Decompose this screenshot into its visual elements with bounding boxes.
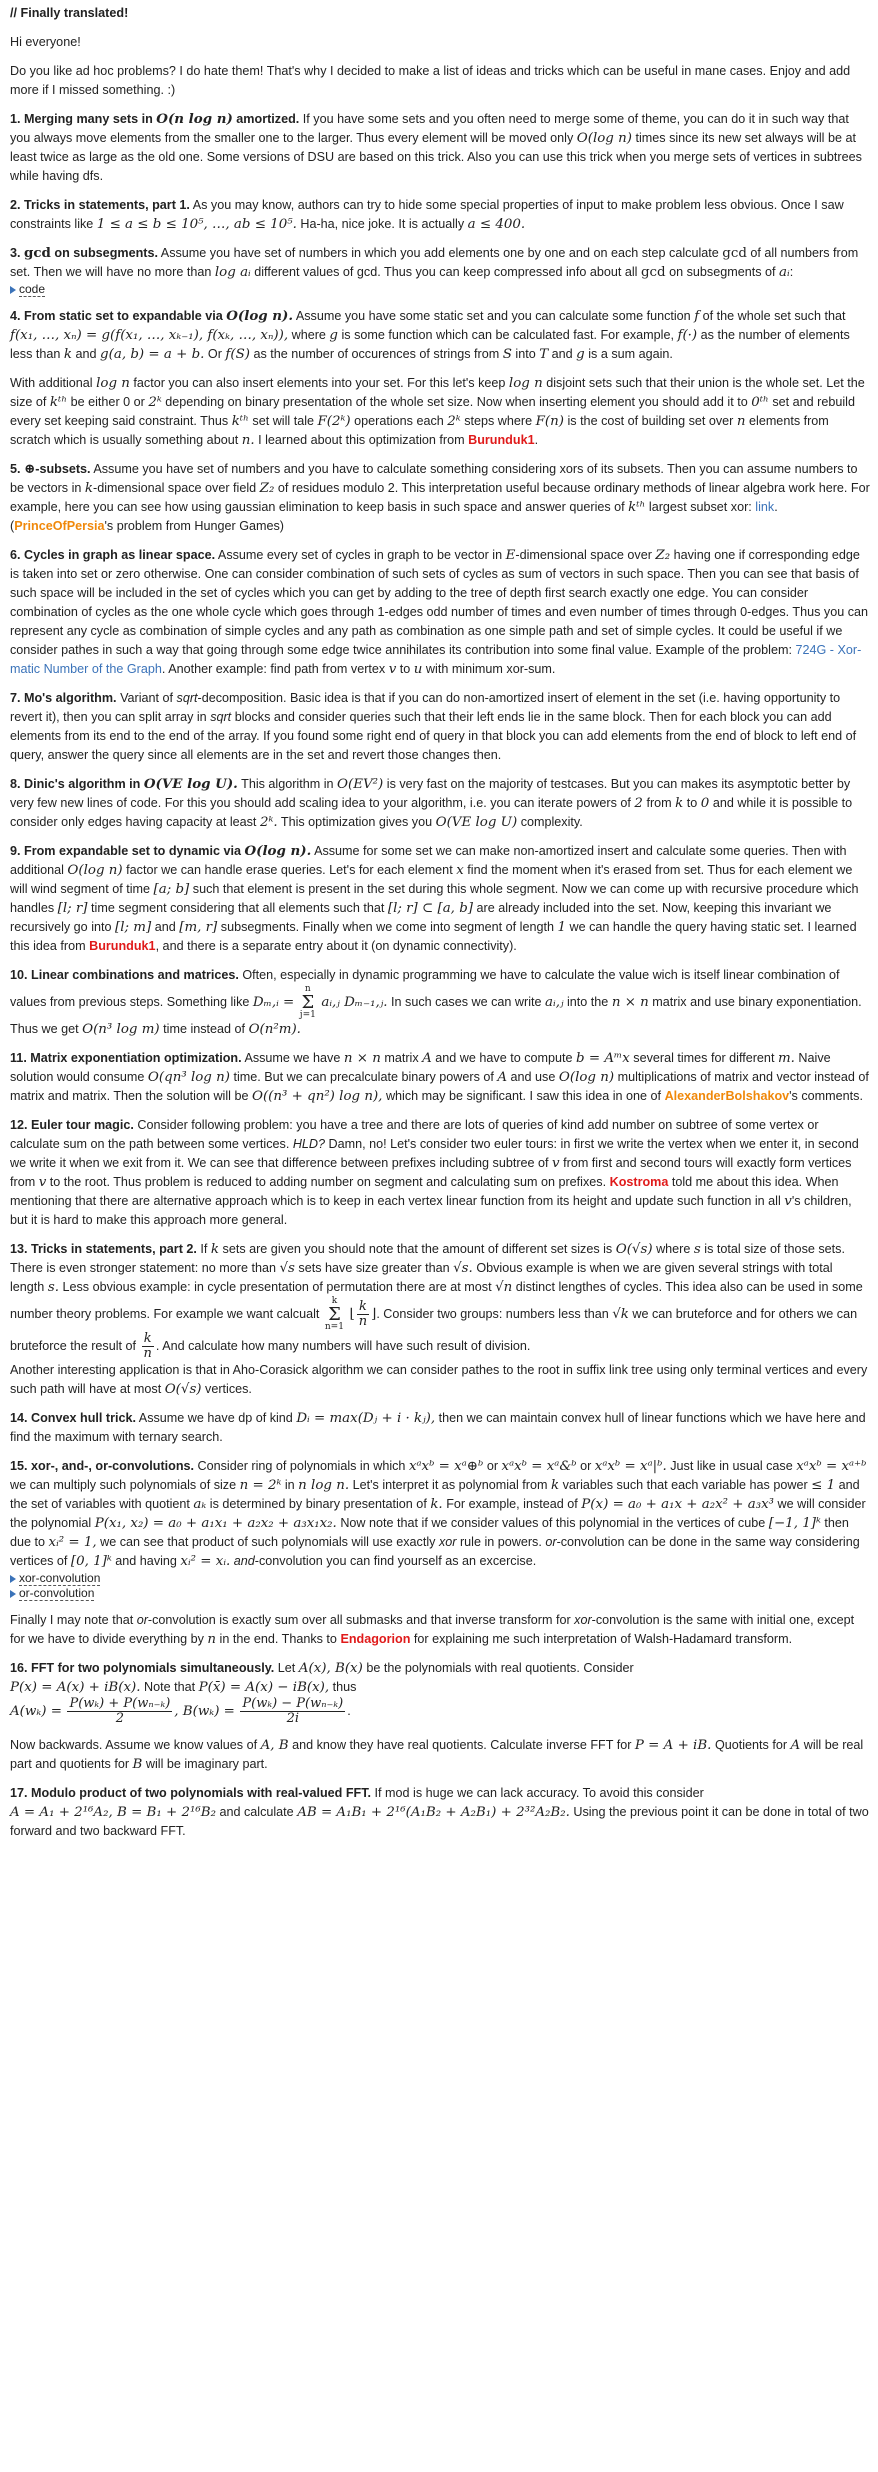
section-7-heading: 7. Mo's algorithm. xyxy=(10,691,117,705)
user-link-alexanderbolshakov[interactable]: AlexanderBolshakov xyxy=(665,1089,790,1103)
section-9-expandable-to-dynamic: 9. From expandable set to dynamic via O(… xyxy=(10,843,859,953)
user-link-princeofpersia[interactable]: PrinceOfPersia xyxy=(14,519,104,533)
section-7-mo-algorithm: 7. Mo's algorithm. Variant of sqrt-decom… xyxy=(10,691,857,762)
section-10-linear-combinations: 10. Linear combinations and matrices. Of… xyxy=(10,968,862,1037)
post-title: // Finally translated! xyxy=(10,6,129,20)
section-9-heading: 9. From expandable set to dynamic via O(… xyxy=(10,843,312,859)
greeting: Hi everyone! xyxy=(10,35,81,49)
section-16-backwards-paragraph: Now backwards. Assume we know values of … xyxy=(10,1738,864,1772)
fraction-k-over-n-2: kn xyxy=(141,1331,154,1361)
user-link-kostroma[interactable]: Kostroma xyxy=(610,1175,669,1189)
section-15-heading: 15. xor-, and-, or-convolutions. xyxy=(10,1459,195,1473)
section-12-heading: 12. Euler tour magic. xyxy=(10,1118,134,1132)
section-5-heading: 5. ⊕-subsets. xyxy=(10,461,91,477)
section-3-heading: 3. gcd on subsegments. xyxy=(10,245,158,261)
sum-operator: k Σn=1 xyxy=(324,1296,344,1332)
section-11-matrix-exponentiation: 11. Matrix exponentiation optimization. … xyxy=(10,1051,869,1104)
section-6-cycles-linear-space: 6. Cycles in graph as linear space. Assu… xyxy=(10,548,869,677)
section-10-heading: 10. Linear combinations and matrices. xyxy=(10,968,239,982)
fraction-b-wk: P(wₖ) − P(wₙ₋ₖ) 2i xyxy=(240,1696,346,1726)
section-15-convolutions: 15. xor-, and-, or-convolutions. Conside… xyxy=(10,1457,870,1601)
fraction-a-wk: P(wₖ) + P(wₙ₋ₖ) 2 xyxy=(67,1696,173,1726)
section-13-tricks-statements-2: 13. Tricks in statements, part 2. If k s… xyxy=(10,1242,868,1397)
section-2-tricks-statements: 2. Tricks in statements, part 1. As you … xyxy=(10,198,844,232)
section-11-heading: 11. Matrix exponentiation optimization. xyxy=(10,1051,242,1065)
section-14-convex-hull-trick: 14. Convex hull trick. Assume we have dp… xyxy=(10,1411,866,1444)
section-1-merging-sets: 1. Merging many sets in O(n log n) amort… xyxy=(10,111,862,183)
expand-triangle-icon xyxy=(10,1589,16,1598)
spoiler-or-convolution[interactable]: or-convolution xyxy=(10,1586,870,1601)
section-14-heading: 14. Convex hull trick. xyxy=(10,1411,136,1425)
section-4-insertion-paragraph: With additional log n factor you can als… xyxy=(10,376,865,448)
fraction-k-over-n: kn xyxy=(356,1299,370,1329)
user-link-endagorion[interactable]: Endagorion xyxy=(340,1632,410,1646)
section-16-heading: 16. FFT for two polynomials simultaneous… xyxy=(10,1661,275,1675)
sum-operator: n Σj=1 xyxy=(299,984,316,1020)
section-4-heading: 4. From static set to expandable via O(l… xyxy=(10,308,294,324)
expand-triangle-icon xyxy=(10,1574,16,1583)
section-4-static-to-expandable: 4. From static set to expandable via O(l… xyxy=(10,308,850,362)
section-12-euler-tour: 12. Euler tour magic. Consider following… xyxy=(10,1118,859,1227)
section-6-heading: 6. Cycles in graph as linear space. xyxy=(10,548,216,562)
intro-paragraph: Do you like ad hoc problems? I do hate t… xyxy=(10,64,851,97)
section-17-heading: 17. Modulo product of two polynomials wi… xyxy=(10,1786,372,1800)
spoiler-code[interactable]: code xyxy=(10,282,870,297)
section-2-heading: 2. Tricks in statements, part 1. xyxy=(10,198,190,212)
section-15-final-paragraph: Finally I may note that or-convolution i… xyxy=(10,1613,855,1647)
section-16-fft-two-polynomials: 16. FFT for two polynomials simultaneous… xyxy=(10,1661,634,1726)
section-3-gcd-subsegments: 3. gcd on subsegments. Assume you have s… xyxy=(10,244,870,297)
spoiler-xor-convolution[interactable]: xor-convolution xyxy=(10,1571,870,1586)
expand-triangle-icon xyxy=(10,285,16,294)
section-8-dinic: 8. Dinic's algorithm in O(VE log U). Thi… xyxy=(10,776,853,830)
section-13-heading: 13. Tricks in statements, part 2. xyxy=(10,1242,197,1256)
user-link-burunduk1[interactable]: Burunduk1 xyxy=(468,433,534,447)
section-17-modulo-product-fft: 17. Modulo product of two polynomials wi… xyxy=(10,1786,869,1838)
section-1-heading: 1. Merging many sets in O(n log n) amort… xyxy=(10,111,300,127)
link-xor-basis[interactable]: link xyxy=(755,500,774,514)
blog-post: // Finally translated! Hi everyone! Do y… xyxy=(0,0,878,1841)
section-8-heading: 8. Dinic's algorithm in O(VE log U). xyxy=(10,776,238,792)
user-link-burunduk1-2[interactable]: Burunduk1 xyxy=(89,939,155,953)
section-5-xor-subsets: 5. ⊕-subsets. Assume you have set of num… xyxy=(10,461,870,533)
